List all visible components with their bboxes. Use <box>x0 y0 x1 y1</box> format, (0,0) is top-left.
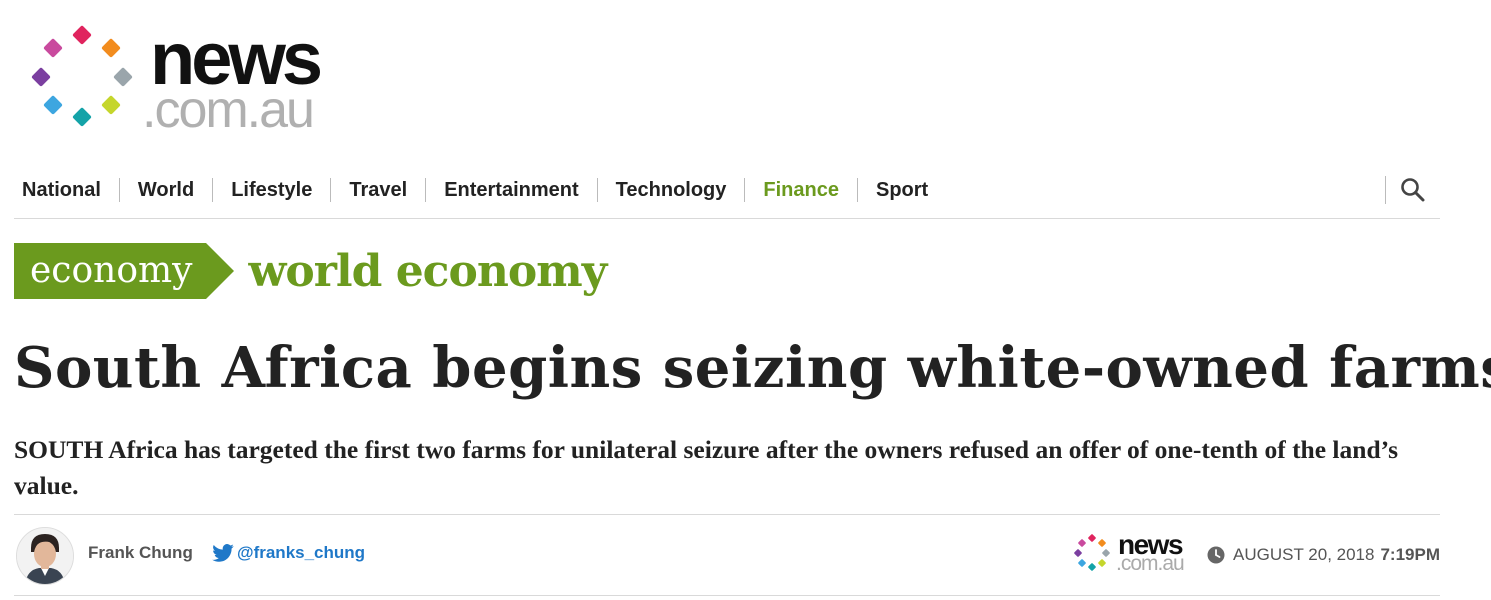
source-logo-dot <box>1077 538 1087 548</box>
nav-item-finance[interactable]: Finance <box>744 178 857 202</box>
author-twitter-link[interactable]: @franks_chung <box>212 543 365 563</box>
source-logo-dot <box>1077 558 1087 568</box>
logo-dot <box>113 67 133 87</box>
nav-item-lifestyle[interactable]: Lifestyle <box>212 178 330 202</box>
logo-dot <box>72 107 92 127</box>
source-logo-dot <box>1097 558 1107 568</box>
source-logo-dot <box>1101 548 1111 558</box>
author-avatar[interactable] <box>16 527 74 585</box>
source-logo-dot <box>1087 562 1097 572</box>
logo-domain-text: .com.au <box>142 81 315 139</box>
twitter-bird-icon <box>212 544 234 562</box>
time-text: 7:19PM <box>1380 545 1440 564</box>
logo-dot <box>101 38 121 58</box>
logo-dots-icon <box>30 25 134 130</box>
nav-item-entertainment[interactable]: Entertainment <box>425 178 596 202</box>
twitter-handle: @franks_chung <box>237 543 366 562</box>
main-nav: National World Lifestyle Travel Entertai… <box>14 166 1440 219</box>
nav-item-national[interactable]: National <box>14 178 119 202</box>
section-tag-economy[interactable]: economy <box>14 243 236 299</box>
article-standfirst: SOUTH Africa has targeted the first two … <box>14 435 1399 500</box>
source-logo-dot <box>1073 548 1083 558</box>
site-logo[interactable]: news .com.au <box>30 22 350 136</box>
source-logo[interactable]: news .com.au <box>1072 531 1192 579</box>
nav-item-technology[interactable]: Technology <box>596 178 745 202</box>
section-breadcrumb: economy world economy <box>14 243 607 299</box>
publish-date: AUGUST 20, 2018 7:19PM <box>1207 545 1440 565</box>
logo-dot <box>101 95 121 115</box>
logo-dot <box>43 38 63 58</box>
nav-item-travel[interactable]: Travel <box>330 178 425 202</box>
logo-dot <box>31 67 51 87</box>
search-icon <box>1401 178 1425 202</box>
source-logo-dot <box>1097 538 1107 548</box>
search-button[interactable] <box>1385 176 1426 204</box>
subsection-world-economy[interactable]: world economy <box>248 246 607 297</box>
article-headline: South Africa begins seizing white-owned … <box>14 335 1491 401</box>
source-logo-dots-icon <box>1072 533 1112 573</box>
logo-dot <box>72 25 92 45</box>
byline-bar: Frank Chung @franks_chung news .com.au A… <box>14 514 1440 596</box>
author-name-link[interactable]: Frank Chung <box>88 543 193 563</box>
source-logo-dot <box>1087 533 1097 543</box>
source-domain-text: .com.au <box>1116 552 1185 575</box>
logo-dot <box>43 95 63 115</box>
date-text: AUGUST 20, 2018 <box>1233 545 1375 564</box>
nav-item-world[interactable]: World <box>118 178 212 202</box>
clock-icon <box>1207 546 1225 564</box>
nav-item-sport[interactable]: Sport <box>856 178 946 202</box>
author-photo-icon <box>17 528 73 584</box>
